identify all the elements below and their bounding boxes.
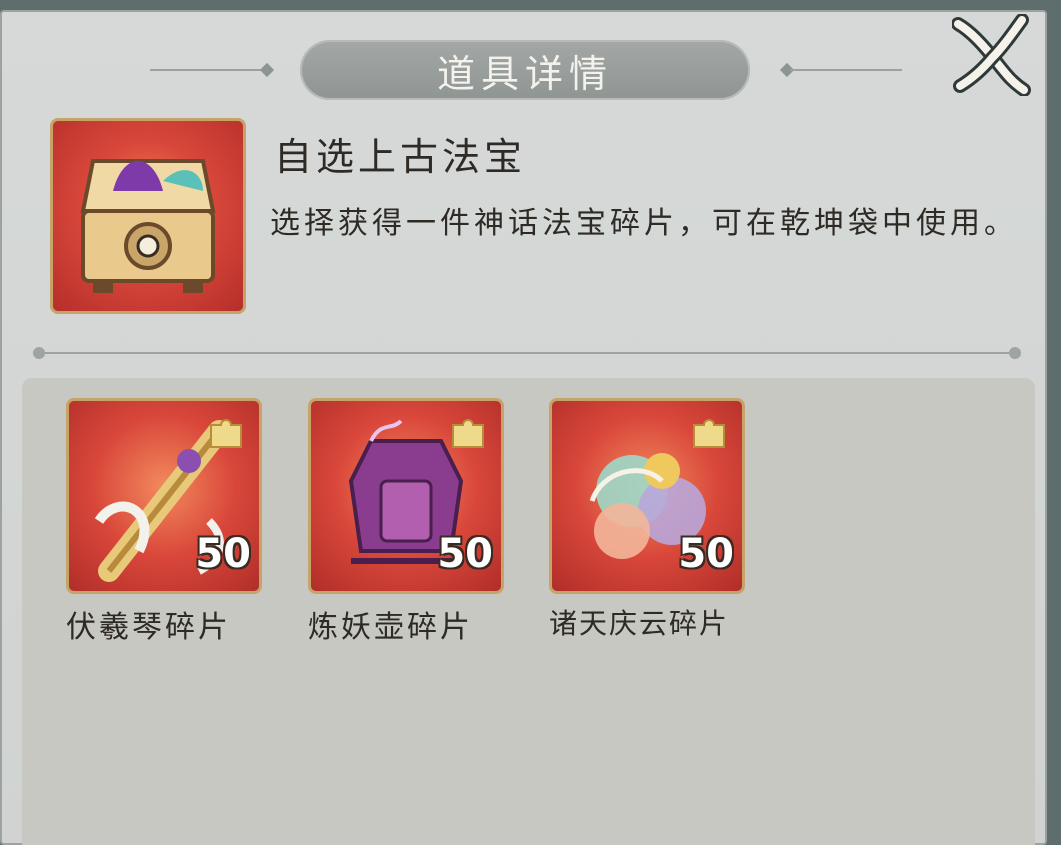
- close-icon: [951, 13, 1031, 97]
- dialog-header: 道具详情: [0, 40, 1047, 100]
- reward-count: 50: [437, 531, 493, 577]
- title-divider-left: [150, 69, 262, 71]
- reward-icon-frame: 50: [308, 398, 504, 594]
- title-banner: 道具详情: [300, 40, 750, 100]
- reward-icon-frame: 50: [549, 398, 745, 594]
- fragment-puzzle-icon: [210, 419, 242, 448]
- reward-item[interactable]: 50 炼妖壶碎片: [308, 398, 504, 646]
- divider-dot-right: [1009, 347, 1021, 359]
- reward-item[interactable]: 50 伏羲琴碎片: [66, 398, 262, 646]
- title-ornament-left: [259, 62, 275, 78]
- section-divider: [38, 352, 1018, 354]
- reward-count: 50: [678, 531, 734, 577]
- title-divider-right: [790, 69, 902, 71]
- reward-label: 诸天庆云碎片: [549, 607, 730, 640]
- reward-icon-frame: 50: [66, 398, 262, 594]
- reward-label: 炼妖壶碎片: [308, 610, 473, 645]
- reward-label: 伏羲琴碎片: [66, 610, 231, 645]
- dialog-title: 道具详情: [436, 51, 613, 96]
- close-button[interactable]: [951, 13, 1034, 97]
- treasure-chest-icon: [80, 159, 216, 293]
- reward-item[interactable]: 50 诸天庆云碎片: [549, 398, 745, 642]
- item-description: 选择获得一件神话法宝碎片，可在乾坤袋中使用。: [270, 206, 1018, 241]
- item-name: 自选上古法宝: [274, 135, 527, 179]
- reward-count: 50: [195, 531, 251, 577]
- item-icon-frame: [50, 118, 246, 314]
- divider-dot-left: [33, 347, 45, 359]
- fragment-puzzle-icon: [693, 419, 725, 448]
- fragment-puzzle-icon: [452, 419, 484, 448]
